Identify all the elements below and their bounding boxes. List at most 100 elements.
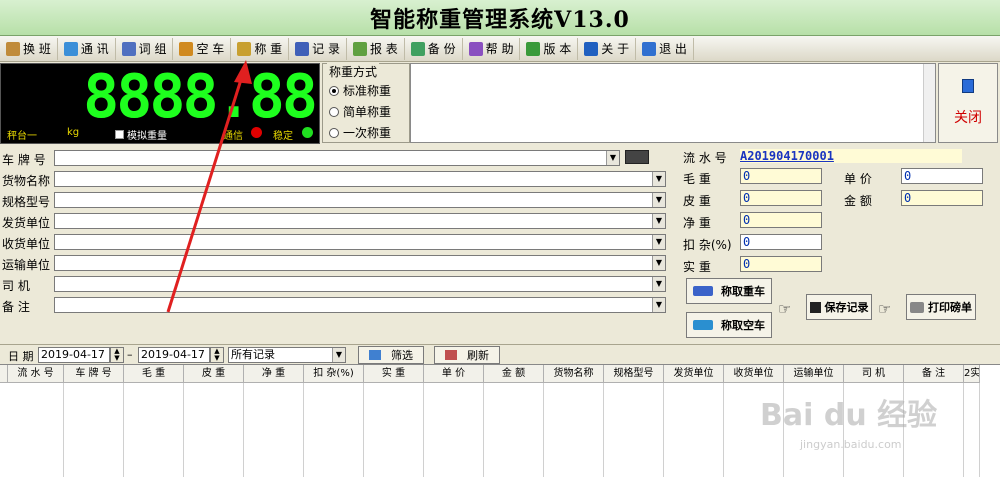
tare-weight-field[interactable]: 0 (740, 190, 822, 206)
end-date-input[interactable]: 2019-04-17 (138, 347, 210, 363)
mode-option-simple[interactable]: 简单称重 (329, 103, 391, 120)
column-header[interactable]: 实 重 (364, 365, 424, 383)
start-date-spinner[interactable]: ▲ ▼ (110, 347, 124, 363)
row-indicator-header (0, 365, 8, 383)
record-scope-select[interactable]: 所有记录 ▼ (228, 347, 346, 363)
toolbar-button-6[interactable]: 报 表 (347, 37, 405, 60)
close-button-label: 关闭 (954, 110, 982, 126)
toolbar-button-label: 记 录 (312, 42, 340, 56)
toolbar-button-4[interactable]: 称 重 (231, 37, 290, 60)
column-header[interactable]: 收货单位 (724, 365, 784, 383)
form-field-select[interactable]: ▼ (54, 171, 666, 187)
printer-icon (910, 301, 924, 313)
chevron-down-icon[interactable]: ▼ (332, 348, 345, 362)
save-record-label: 保存记录 (824, 301, 869, 314)
column-header[interactable]: 发货单位 (664, 365, 724, 383)
filter-button-label: 筛选 (391, 349, 413, 362)
column-header[interactable]: 运输单位 (784, 365, 844, 383)
form-field-select[interactable]: ▼ (54, 276, 666, 292)
deduct-percent-field[interactable]: 0 (740, 234, 822, 250)
mode-option-single[interactable]: 一次称重 (329, 124, 391, 141)
chevron-down-icon[interactable]: ▼ (652, 235, 665, 249)
column-header[interactable]: 毛 重 (124, 365, 184, 383)
unit-price-field[interactable]: 0 (901, 168, 983, 184)
refresh-button[interactable]: 刷新 (434, 346, 500, 364)
chevron-down-icon[interactable]: ▼ (652, 277, 665, 291)
chevron-down-icon[interactable]: ▼ (652, 193, 665, 207)
form-field-select[interactable]: ▼ (54, 255, 666, 271)
net-weight-field[interactable]: 0 (740, 212, 822, 228)
weigh-empty-label: 称取空车 (721, 319, 765, 332)
toolbar-button-7[interactable]: 备 份 (405, 37, 463, 60)
table-column (304, 383, 364, 477)
table-column (64, 383, 124, 477)
filter-button[interactable]: 筛选 (358, 346, 424, 364)
info-icon (584, 41, 599, 56)
print-ticket-button[interactable]: 打印磅单 (906, 294, 976, 320)
weigh-empty-button[interactable]: 称取空车 (686, 312, 772, 338)
close-button[interactable]: 关闭 (938, 63, 998, 143)
toolbar-button-8[interactable]: 帮 助 (463, 37, 521, 60)
weigh-loaded-button[interactable]: 称取重车 (686, 278, 772, 304)
window-title: 智能称重管理系统V13.0 (370, 6, 630, 33)
chevron-down-icon[interactable]: ▼ (652, 214, 665, 228)
toolbar-button-1[interactable]: 通 讯 (58, 37, 116, 60)
message-textarea[interactable] (410, 63, 936, 143)
toolbar-button-5[interactable]: 记 录 (289, 37, 347, 60)
keyboard-icon[interactable] (625, 150, 649, 164)
chevron-down-icon[interactable]: ▼ (606, 151, 619, 165)
form-field-select[interactable]: ▼ (54, 297, 666, 313)
column-header[interactable]: 皮 重 (184, 365, 244, 383)
textarea-scrollbar[interactable] (923, 64, 935, 142)
handshake-icon (6, 41, 20, 56)
mode-option-label: 一次称重 (343, 126, 392, 140)
column-header[interactable]: 单 价 (424, 365, 484, 383)
form-field-select[interactable]: ▼ (54, 213, 666, 229)
gross-weight-field[interactable]: 0 (740, 168, 822, 184)
amount-field[interactable]: 0 (901, 190, 983, 206)
start-date-input[interactable]: 2019-04-17 (38, 347, 110, 363)
radio-icon[interactable] (329, 106, 339, 117)
chevron-down-icon[interactable]: ▼ (652, 256, 665, 270)
amount-label: 金 额 (844, 194, 872, 208)
column-header[interactable]: 货物名称 (544, 365, 604, 383)
simulate-checkbox[interactable] (115, 130, 124, 139)
toolbar-button-0[interactable]: 换 班 (0, 37, 58, 60)
mode-option-standard[interactable]: 标准称重 (329, 82, 391, 99)
actual-weight-field[interactable]: 0 (740, 256, 822, 272)
chevron-down-icon[interactable]: ▼ (652, 172, 665, 186)
column-header[interactable]: 车 牌 号 (64, 365, 124, 383)
radio-icon[interactable] (329, 127, 339, 138)
toolbar-button-label: 关 于 (601, 42, 630, 56)
comm-status-led (251, 127, 262, 138)
form-field-select[interactable]: ▼ (54, 150, 620, 166)
column-header[interactable]: 2实 (964, 365, 980, 383)
form-field-select[interactable]: ▼ (54, 234, 666, 250)
column-header[interactable]: 扣 杂(%) (304, 365, 364, 383)
toolbar-button-3[interactable]: 空 车 (173, 37, 232, 60)
table-column (184, 383, 244, 477)
end-date-spinner[interactable]: ▲ ▼ (210, 347, 224, 363)
toolbar-button-label: 词 组 (138, 42, 167, 56)
mode-option-label: 标准称重 (343, 84, 392, 98)
toolbar-button-11[interactable]: 退 出 (636, 37, 694, 60)
radio-icon[interactable] (329, 85, 339, 96)
column-header[interactable]: 备 注 (904, 365, 964, 383)
loaded-truck-icon (693, 286, 713, 296)
column-header[interactable]: 司 机 (844, 365, 904, 383)
toolbar-button-2[interactable]: 词 组 (116, 37, 174, 60)
toolbar-button-9[interactable]: 版 本 (520, 37, 579, 60)
simulate-toggle[interactable]: 模拟重量 (115, 127, 167, 142)
filter-bar: 日 期 2019-04-17 ▲ ▼ – 2019-04-17 ▲ ▼ 所有记录 ▼… (0, 344, 1000, 364)
pointing-hand-icon: ☞ (778, 300, 792, 318)
save-record-button[interactable]: 保存记录 (806, 294, 872, 320)
chevron-down-icon[interactable]: ▼ (652, 298, 665, 312)
column-header[interactable]: 净 重 (244, 365, 304, 383)
floppy-disk-icon (809, 301, 821, 313)
column-header[interactable]: 流 水 号 (8, 365, 64, 383)
column-header[interactable]: 规格型号 (604, 365, 664, 383)
simulate-label: 模拟重量 (127, 131, 167, 142)
toolbar-button-10[interactable]: 关 于 (578, 37, 637, 60)
form-field-select[interactable]: ▼ (54, 192, 666, 208)
column-header[interactable]: 金 额 (484, 365, 544, 383)
